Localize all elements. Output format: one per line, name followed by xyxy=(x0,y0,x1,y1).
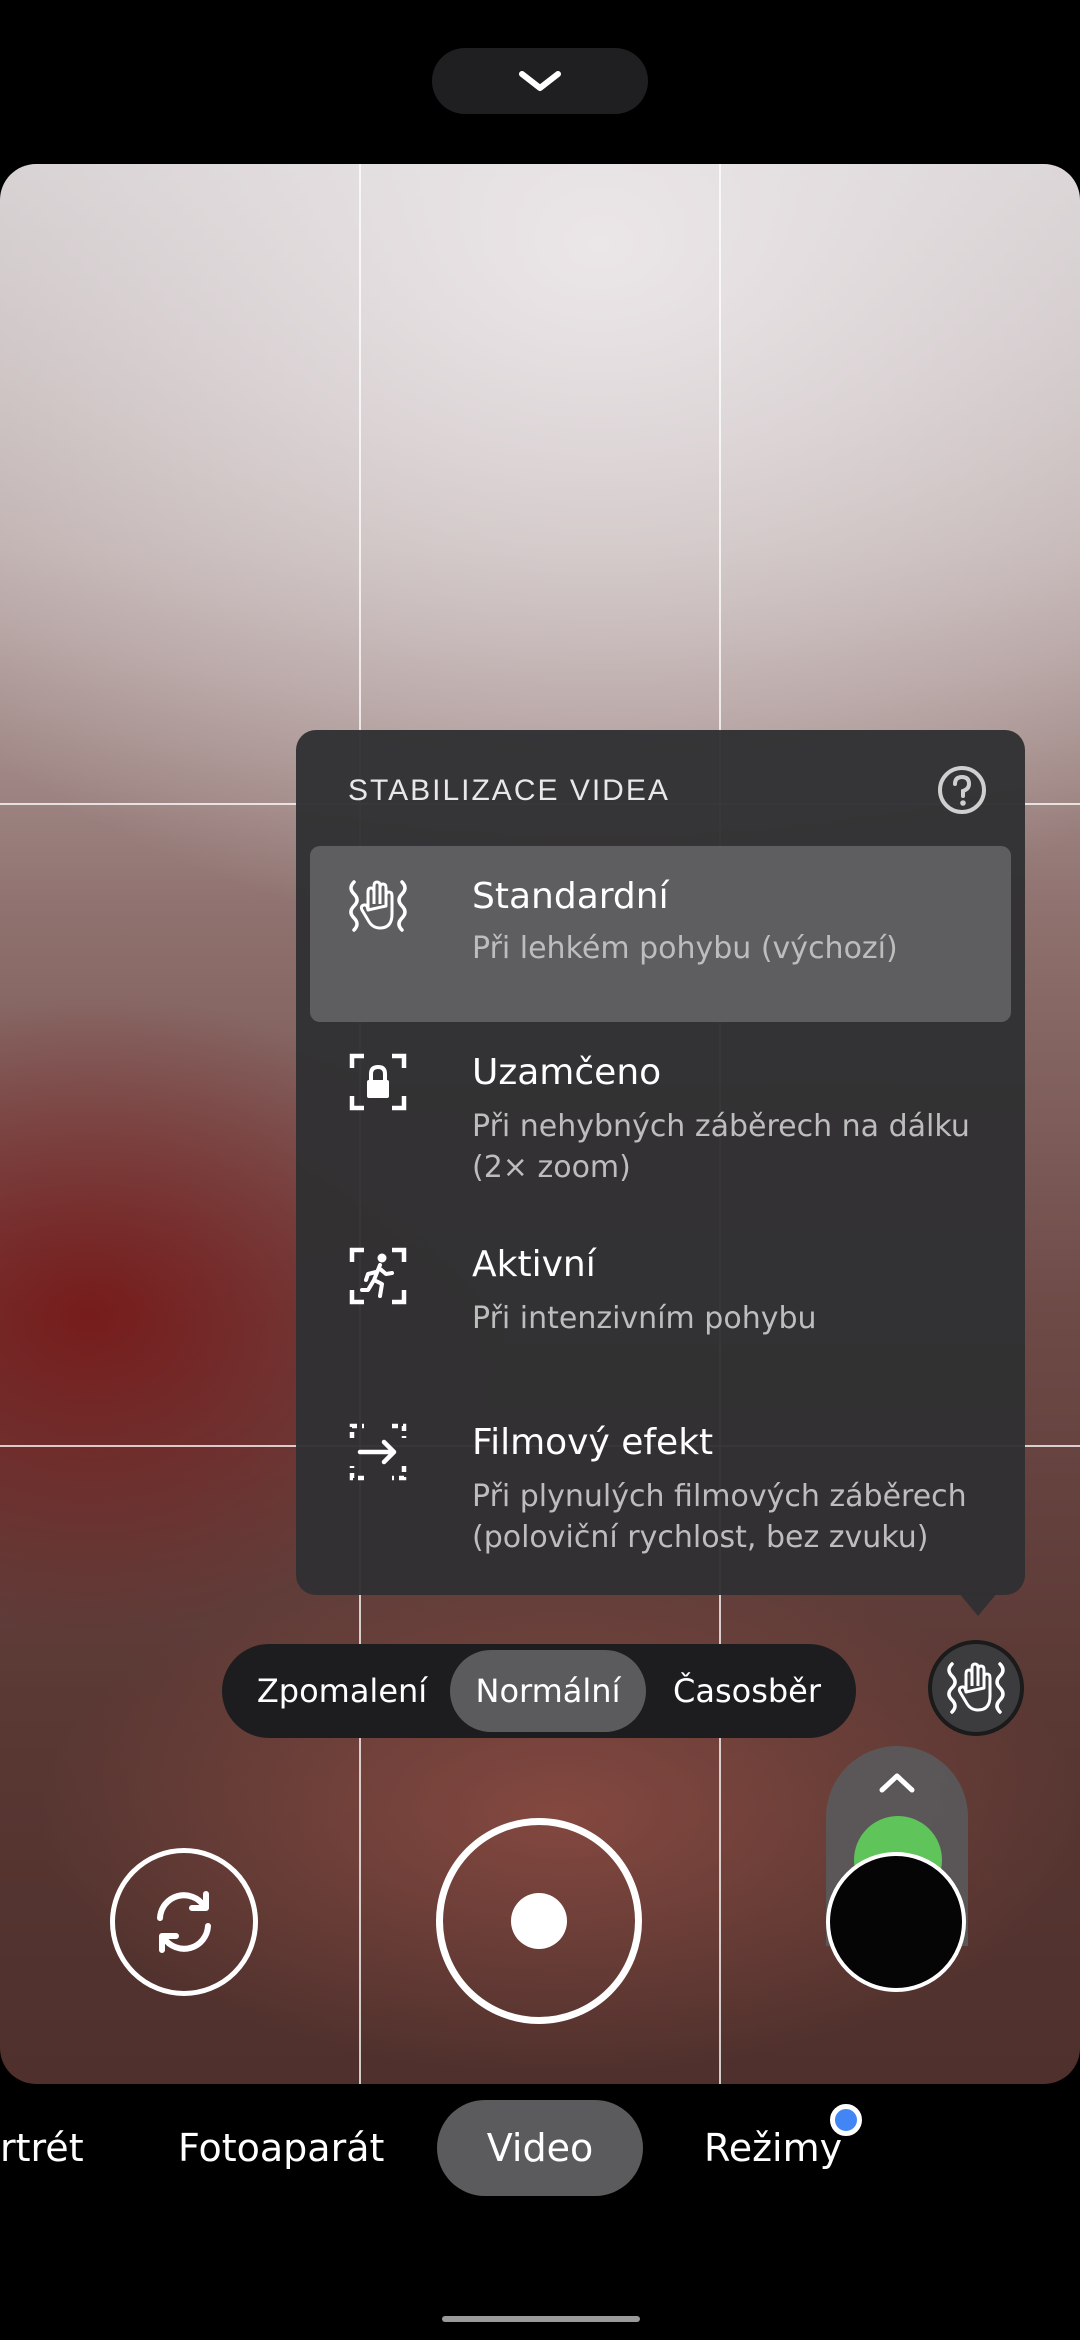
lock-focus-icon xyxy=(349,1053,407,1111)
stabilization-standard-icon xyxy=(349,880,407,932)
stabilization-standard-icon xyxy=(947,1662,1005,1714)
help-icon[interactable] xyxy=(936,764,988,816)
stabilization-option-standard[interactable]: Standardní Při lehkém pohybu (výchozí) xyxy=(310,846,1011,1022)
cinematic-pan-icon xyxy=(349,1423,407,1481)
menu-pointer xyxy=(958,1592,998,1616)
stabilization-button[interactable] xyxy=(928,1640,1024,1736)
switch-camera-icon xyxy=(157,1891,211,1953)
mode-video[interactable]: Video xyxy=(437,2100,643,2196)
speed-timelapse[interactable]: Časosběr xyxy=(652,1644,842,1738)
mode-portrait[interactable]: rtrét xyxy=(0,2100,84,2196)
switch-camera-button[interactable] xyxy=(110,1848,258,1996)
option-subtitle: Při lehkém pohybu (výchozí) xyxy=(472,931,898,966)
mode-camera[interactable]: Fotoaparát xyxy=(178,2100,398,2196)
option-subtitle: Při nehybných záběrech na dálku (2× zoom… xyxy=(472,1109,970,1185)
gallery-thumbnail[interactable] xyxy=(826,1852,966,1992)
speed-selector: Zpomalení Normální Časosběr xyxy=(222,1644,856,1738)
chevron-down-icon xyxy=(519,71,561,91)
mode-bar: rtrét Fotoaparát Video Režimy xyxy=(0,2100,1080,2200)
active-runner-icon xyxy=(349,1247,407,1305)
option-title: Filmový efekt xyxy=(472,1422,714,1463)
home-indicator[interactable] xyxy=(442,2316,640,2322)
chevron-up-icon xyxy=(879,1773,915,1793)
collapse-handle[interactable] xyxy=(432,48,648,114)
option-title: Uzamčeno xyxy=(472,1052,662,1093)
record-dot xyxy=(511,1893,567,1949)
stabilization-menu: STABILIZACE VIDEA Standardní Při lehkém … xyxy=(296,730,1025,1616)
notification-dot xyxy=(830,2104,862,2136)
speed-slow-motion[interactable]: Zpomalení xyxy=(242,1644,442,1738)
option-subtitle: Při intenzivním pohybu xyxy=(472,1301,817,1336)
stabilization-option-active[interactable]: Aktivní Při intenzivním pohybu xyxy=(310,1224,1011,1394)
option-title: Standardní xyxy=(472,876,669,917)
option-subtitle: Při plynulých filmových záběrech (polovi… xyxy=(472,1479,967,1555)
stabilization-option-locked[interactable]: Uzamčeno Při nehybných záběrech na dálku… xyxy=(310,1032,1011,1212)
option-title: Aktivní xyxy=(472,1244,596,1285)
stabilization-option-cinematic[interactable]: Filmový efekt Při plynulých filmových zá… xyxy=(310,1402,1011,1582)
speed-normal[interactable]: Normální xyxy=(450,1650,646,1732)
record-button[interactable] xyxy=(436,1818,642,2024)
stabilization-title: STABILIZACE VIDEA xyxy=(348,774,670,807)
